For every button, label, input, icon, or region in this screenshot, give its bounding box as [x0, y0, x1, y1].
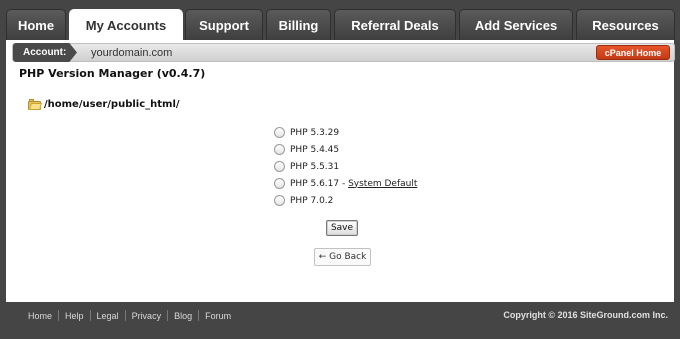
footer-link-privacy[interactable]: Privacy: [126, 311, 168, 321]
radio-button[interactable]: [274, 127, 285, 138]
footer: Home Help Legal Privacy Blog Forum Copyr…: [6, 302, 674, 329]
php-version-label: PHP 5.5.31: [290, 161, 340, 172]
php-option[interactable]: PHP 5.3.29: [274, 124, 417, 141]
system-default-link[interactable]: System Default: [348, 179, 417, 189]
cpanel-home-button[interactable]: cPanel Home: [596, 45, 670, 60]
radio-button[interactable]: [274, 161, 285, 172]
tab-support[interactable]: Support: [185, 9, 263, 40]
footer-links: Home Help Legal Privacy Blog Forum: [22, 310, 237, 321]
footer-link-help[interactable]: Help: [59, 311, 90, 321]
copyright-text: Copyright © 2016 SiteGround.com Inc.: [503, 310, 668, 320]
save-button[interactable]: Save: [326, 220, 358, 236]
php-option[interactable]: PHP 7.0.2: [274, 192, 417, 209]
content-panel: Account: yourdomain.com cPanel Home PHP …: [6, 40, 675, 302]
tab-home[interactable]: Home: [6, 9, 66, 40]
go-back-button[interactable]: ← Go Back: [314, 248, 371, 266]
main-nav: Home My Accounts Support Billing Referra…: [0, 0, 680, 41]
php-option[interactable]: PHP 5.6.17 - System Default: [274, 175, 417, 192]
php-version-label: PHP 7.0.2: [290, 195, 334, 206]
account-label: Account:: [13, 43, 77, 62]
path-text: /home/user/public_html/: [44, 99, 180, 110]
tab-resources[interactable]: Resources: [576, 9, 675, 40]
php-option[interactable]: PHP 5.5.31: [274, 158, 417, 175]
folder-icon: [28, 98, 42, 110]
php-option[interactable]: PHP 5.4.45: [274, 141, 417, 158]
radio-button[interactable]: [274, 195, 285, 206]
footer-link-forum[interactable]: Forum: [199, 311, 237, 321]
tab-my-accounts[interactable]: My Accounts: [69, 9, 183, 41]
tab-add-services[interactable]: Add Services: [459, 9, 573, 40]
php-version-label: PHP 5.4.45: [290, 144, 340, 155]
footer-link-blog[interactable]: Blog: [168, 311, 198, 321]
php-version-options: PHP 5.3.29 PHP 5.4.45 PHP 5.5.31 PHP 5.6…: [274, 124, 417, 209]
page-title: PHP Version Manager (v0.4.7): [19, 67, 206, 80]
tab-billing[interactable]: Billing: [266, 9, 331, 40]
footer-link-legal[interactable]: Legal: [91, 311, 125, 321]
account-domain: yourdomain.com: [91, 46, 173, 59]
tab-referral-deals[interactable]: Referral Deals: [334, 9, 456, 40]
radio-button[interactable]: [274, 144, 285, 155]
footer-link-home[interactable]: Home: [22, 311, 58, 321]
account-bar: Account: yourdomain.com cPanel Home: [12, 43, 675, 62]
radio-button[interactable]: [274, 178, 285, 189]
php-version-label: PHP 5.6.17 -: [290, 178, 349, 189]
directory-path: /home/user/public_html/: [28, 98, 180, 110]
php-version-label: PHP 5.3.29: [290, 127, 340, 138]
